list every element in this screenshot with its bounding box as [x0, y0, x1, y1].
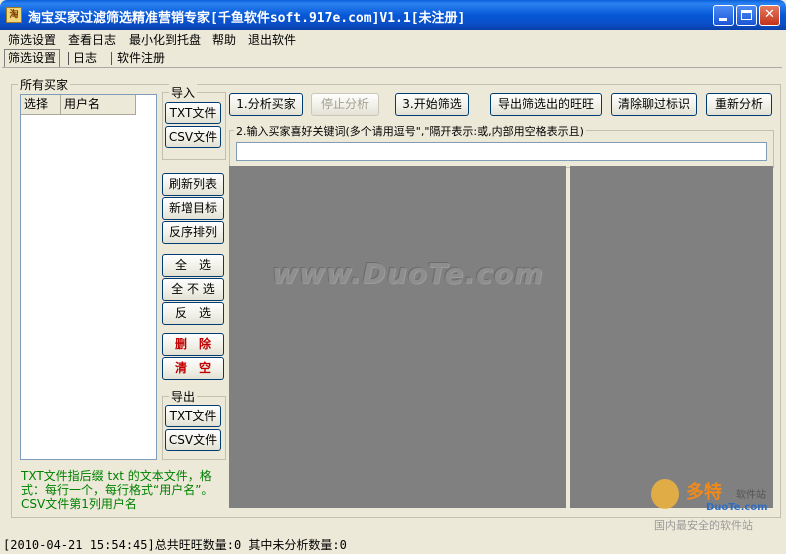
- tab-separator: [111, 52, 112, 65]
- stop-analysis-button[interactable]: 停止分析: [311, 93, 379, 116]
- export-group-label: 导出: [169, 388, 198, 405]
- start-filter-button[interactable]: 3.开始筛选: [395, 93, 469, 116]
- status-bar: [2010-04-21 15:54:45]总共旺旺数量:0 其中未分析数量:0: [0, 534, 786, 554]
- minimize-icon: [719, 18, 727, 21]
- analysis-panel-left[interactable]: [229, 166, 566, 508]
- import-format-hint: TXT文件指后缀 txt 的文本文件，格式：每行一个，每行格式“用户名”。CSV…: [21, 469, 214, 511]
- app-icon: 淘: [6, 7, 22, 23]
- clear-button[interactable]: 清 空: [162, 357, 224, 380]
- list-header: 选择 用户名: [21, 95, 136, 115]
- export-csv-button[interactable]: CSV文件: [165, 429, 221, 451]
- export-txt-button[interactable]: TXT文件: [165, 405, 221, 427]
- menu-help[interactable]: 帮助: [212, 31, 236, 48]
- analyze-buyers-button[interactable]: 1.分析买家: [229, 93, 303, 116]
- logo-sub-text: 软件站: [736, 490, 766, 501]
- close-button[interactable]: ✕: [759, 5, 780, 26]
- export-filtered-button[interactable]: 导出筛选出的旺旺: [490, 93, 602, 116]
- mascot-icon: [651, 479, 679, 509]
- select-all-button[interactable]: 全 选: [162, 254, 224, 277]
- clear-chat-mark-button[interactable]: 清除聊过标识: [611, 93, 697, 116]
- tab-filter-settings[interactable]: 筛选设置: [4, 49, 61, 68]
- duote-logo: 多特 软件站 DuoTe.com 国内最安全的软件站: [648, 474, 784, 534]
- logo-main-text: 多特: [686, 482, 722, 503]
- menu-exit[interactable]: 退出软件: [248, 31, 296, 48]
- tab-divider: [2, 67, 782, 68]
- minimize-button[interactable]: [713, 5, 734, 26]
- menu-view-log[interactable]: 查看日志: [68, 31, 116, 48]
- column-username[interactable]: 用户名: [61, 95, 136, 114]
- close-icon: ✕: [764, 7, 775, 22]
- add-target-button[interactable]: 新增目标: [162, 197, 224, 220]
- tab-separator: [68, 52, 69, 65]
- logo-slogan-text: 国内最安全的软件站: [654, 519, 753, 532]
- keyword-label: 2.输入买家喜好关键词(多个请用逗号","隔开表示:或,内部用空格表示且): [234, 123, 586, 139]
- menu-filter-settings[interactable]: 筛选设置: [8, 31, 56, 48]
- buyer-list[interactable]: 选择 用户名: [20, 94, 157, 460]
- select-none-button[interactable]: 全 不 选: [162, 278, 224, 301]
- maximize-icon: [741, 10, 752, 20]
- import-group-label: 导入: [169, 84, 198, 101]
- watermark-text: www.DuoTe.com: [272, 257, 544, 290]
- logo-url-text: DuoTe.com: [706, 502, 768, 513]
- tab-log[interactable]: 日志: [70, 50, 100, 67]
- refresh-list-button[interactable]: 刷新列表: [162, 173, 224, 196]
- title-bar[interactable]: 淘 淘宝买家过滤筛选精准营销专家[千鱼软件soft.917e.com]V1.1[…: [0, 0, 786, 30]
- analysis-panel-right[interactable]: [570, 166, 773, 508]
- tab-register[interactable]: 软件注册: [114, 50, 168, 67]
- menu-minimize-tray[interactable]: 最小化到托盘: [129, 31, 201, 48]
- column-select[interactable]: 选择: [21, 95, 61, 114]
- reanalyze-button[interactable]: 重新分析: [706, 93, 772, 116]
- menu-bar: 筛选设置 查看日志 最小化到托盘 帮助 退出软件: [0, 30, 786, 48]
- reverse-order-button[interactable]: 反序排列: [162, 221, 224, 244]
- import-txt-button[interactable]: TXT文件: [165, 102, 221, 124]
- invert-selection-button[interactable]: 反 选: [162, 302, 224, 325]
- import-csv-button[interactable]: CSV文件: [165, 126, 221, 148]
- status-text: [2010-04-21 15:54:45]总共旺旺数量:0 其中未分析数量:0: [3, 538, 347, 552]
- window-title: 淘宝买家过滤筛选精准营销专家[千鱼软件soft.917e.com]V1.1[未注…: [28, 11, 466, 26]
- maximize-button[interactable]: [736, 5, 757, 26]
- delete-button[interactable]: 删 除: [162, 333, 224, 356]
- keyword-input[interactable]: [236, 142, 767, 161]
- buyers-group-label: 所有买家: [18, 76, 71, 93]
